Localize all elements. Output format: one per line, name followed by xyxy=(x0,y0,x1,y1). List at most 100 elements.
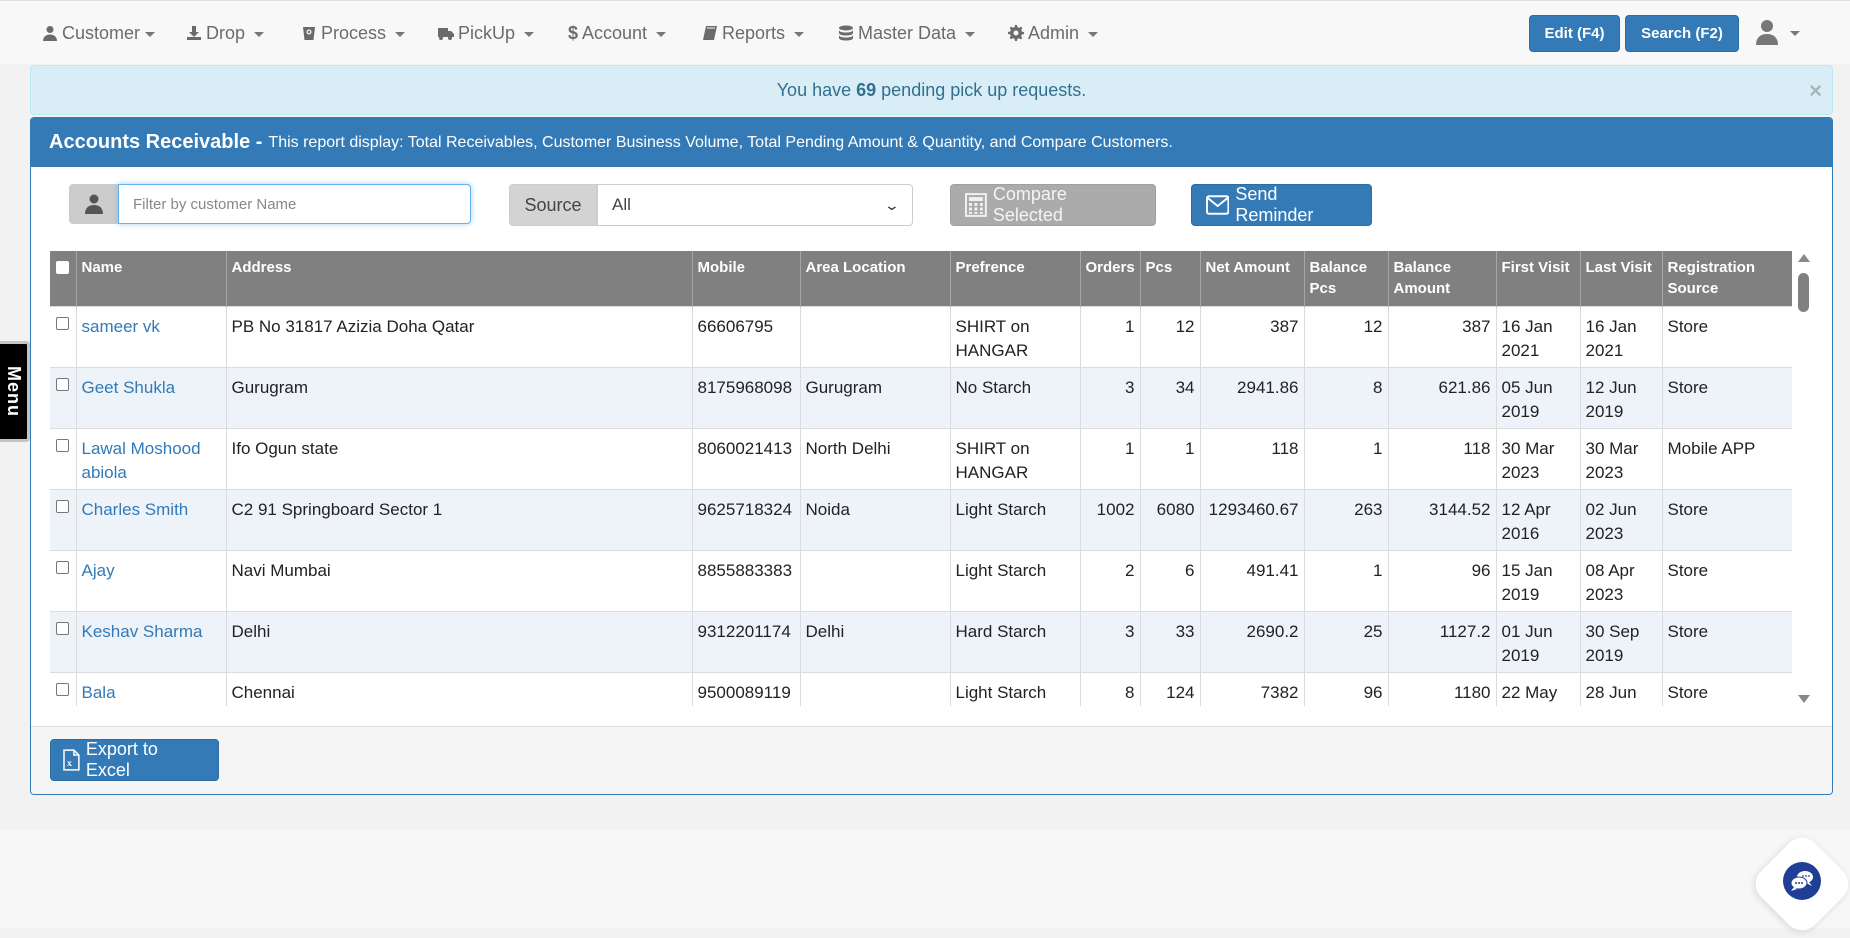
net-amount-cell: 491.41 xyxy=(1200,549,1305,611)
mobile-cell: 8175968098 xyxy=(692,366,801,428)
col-pcs[interactable]: Pcs xyxy=(1140,251,1201,306)
customer-name-link[interactable]: Ajay xyxy=(76,549,227,611)
area-cell xyxy=(800,305,951,367)
preference-cell: SHIRT on HANGAR xyxy=(950,305,1081,367)
customer-name-link[interactable]: Keshav Sharma xyxy=(76,610,227,672)
customer-name-link[interactable]: Charles Smith xyxy=(76,488,227,550)
row-checkbox[interactable] xyxy=(56,438,69,452)
caret-down-icon xyxy=(395,31,406,37)
user-menu[interactable] xyxy=(1755,19,1800,45)
customer-name-link[interactable]: Bala xyxy=(76,671,227,706)
orders-cell: 1 xyxy=(1080,427,1141,489)
table-scrollbar[interactable] xyxy=(1794,251,1812,706)
table-row: Bala Chennai 9500089119 Light Starch 8 1… xyxy=(50,671,1792,706)
last-visit-cell: 08 Apr 2023 xyxy=(1580,549,1663,611)
row-select-cell xyxy=(50,488,77,550)
col-preference[interactable]: Prefrence xyxy=(950,251,1081,306)
scroll-thumb[interactable] xyxy=(1798,273,1809,312)
close-icon[interactable]: × xyxy=(1809,78,1822,104)
address-cell: Ifo Ogun state xyxy=(226,427,693,489)
side-menu-label: Menu xyxy=(4,366,24,417)
last-visit-cell: 02 Jun 2023 xyxy=(1580,488,1663,550)
col-last-visit[interactable]: Last Visit xyxy=(1580,251,1663,306)
chat-bubbles-icon[interactable] xyxy=(1783,862,1821,900)
orders-cell: 2 xyxy=(1080,549,1141,611)
col-area-location[interactable]: Area Location xyxy=(800,251,951,306)
user-icon xyxy=(1756,20,1778,45)
net-amount-cell: 118 xyxy=(1200,427,1305,489)
scroll-down-arrow-icon[interactable] xyxy=(1798,695,1810,703)
nav-label: Master Data xyxy=(858,22,957,43)
first-visit-cell: 15 Jan 2019 xyxy=(1496,549,1581,611)
nav-label: Drop xyxy=(206,22,246,43)
col-first-visit[interactable]: First Visit xyxy=(1496,251,1581,306)
nav-label: PickUp xyxy=(458,22,516,43)
download-icon xyxy=(186,25,202,41)
mobile-cell: 8855883383 xyxy=(692,549,801,611)
user-icon xyxy=(69,184,118,224)
preference-cell: SHIRT on HANGAR xyxy=(950,427,1081,489)
nav-reports[interactable]: Reports xyxy=(702,1,805,65)
col-registration-source[interactable]: Registration Source xyxy=(1662,251,1792,306)
receivables-table: Name Address Mobile Area Location Prefre… xyxy=(50,251,1792,706)
row-checkbox[interactable] xyxy=(56,377,69,391)
address-cell: Chennai xyxy=(226,671,693,706)
net-amount-cell: 1293460.67 xyxy=(1200,488,1305,550)
balance-amount-cell: 96 xyxy=(1388,549,1497,611)
col-net-amount[interactable]: Net Amount xyxy=(1200,251,1305,306)
col-mobile[interactable]: Mobile xyxy=(692,251,801,306)
nav-admin[interactable]: Admin xyxy=(1008,1,1099,65)
net-amount-cell: 387 xyxy=(1200,305,1305,367)
customer-name-link[interactable]: Lawal Moshood abiola xyxy=(76,427,227,489)
customer-name-link[interactable]: Geet Shukla xyxy=(76,366,227,428)
dollar-icon: $ xyxy=(568,22,579,43)
customer-name-filter-input[interactable] xyxy=(118,184,471,224)
col-balance-pcs[interactable]: Balance Pcs xyxy=(1304,251,1389,306)
registration-source-cell: Store xyxy=(1662,549,1792,611)
nav-customer[interactable]: Customer xyxy=(42,1,156,65)
row-select-cell xyxy=(50,671,77,706)
area-cell xyxy=(800,549,951,611)
row-checkbox[interactable] xyxy=(56,499,69,513)
nav-process[interactable]: Process xyxy=(301,1,406,65)
customer-filter-group xyxy=(69,184,471,224)
nav-label: Customer xyxy=(62,22,141,43)
truck-icon xyxy=(438,25,454,41)
area-cell: Delhi xyxy=(800,610,951,672)
last-visit-cell: 16 Jan 2021 xyxy=(1580,305,1663,367)
source-select[interactable]: All ⌄ xyxy=(597,184,913,226)
row-checkbox[interactable] xyxy=(56,560,69,574)
area-cell: Gurugram xyxy=(800,366,951,428)
row-checkbox[interactable] xyxy=(56,621,69,635)
source-label: Source xyxy=(509,184,597,226)
nav-master-data[interactable]: Master Data xyxy=(838,1,976,65)
preference-cell: Light Starch xyxy=(950,549,1081,611)
side-menu-toggle[interactable]: Menu xyxy=(0,341,30,442)
database-icon xyxy=(838,25,854,41)
select-all-checkbox[interactable] xyxy=(56,261,69,274)
compare-selected-button[interactable]: Compare Selected xyxy=(950,184,1156,226)
row-checkbox[interactable] xyxy=(56,682,69,696)
registration-source-cell: Store xyxy=(1662,488,1792,550)
nav-label: Process xyxy=(321,22,387,43)
edit-button[interactable]: Edit (F4) xyxy=(1529,15,1620,52)
col-balance-amount[interactable]: Balance Amount xyxy=(1388,251,1497,306)
col-orders[interactable]: Orders xyxy=(1080,251,1141,306)
registration-source-cell: Store xyxy=(1662,671,1792,706)
col-name[interactable]: Name xyxy=(76,251,227,306)
nav-drop[interactable]: Drop xyxy=(186,1,265,65)
export-to-excel-button[interactable]: x Export to Excel xyxy=(50,739,219,781)
excel-file-icon: x xyxy=(63,749,80,771)
caret-down-icon xyxy=(1088,31,1099,37)
source-selected-value: All xyxy=(612,195,631,214)
nav-account[interactable]: $ Account xyxy=(568,1,667,65)
search-button[interactable]: Search (F2) xyxy=(1625,15,1739,52)
col-address[interactable]: Address xyxy=(226,251,693,306)
customer-name-link[interactable]: sameer vk xyxy=(76,305,227,367)
row-checkbox[interactable] xyxy=(56,316,69,330)
table-row: Lawal Moshood abiola Ifo Ogun state 8060… xyxy=(50,427,1792,489)
first-visit-cell: 01 Jun 2019 xyxy=(1496,610,1581,672)
scroll-up-arrow-icon[interactable] xyxy=(1798,254,1810,262)
send-reminder-button[interactable]: Send Reminder xyxy=(1191,184,1372,226)
nav-pickup[interactable]: PickUp xyxy=(438,1,535,65)
